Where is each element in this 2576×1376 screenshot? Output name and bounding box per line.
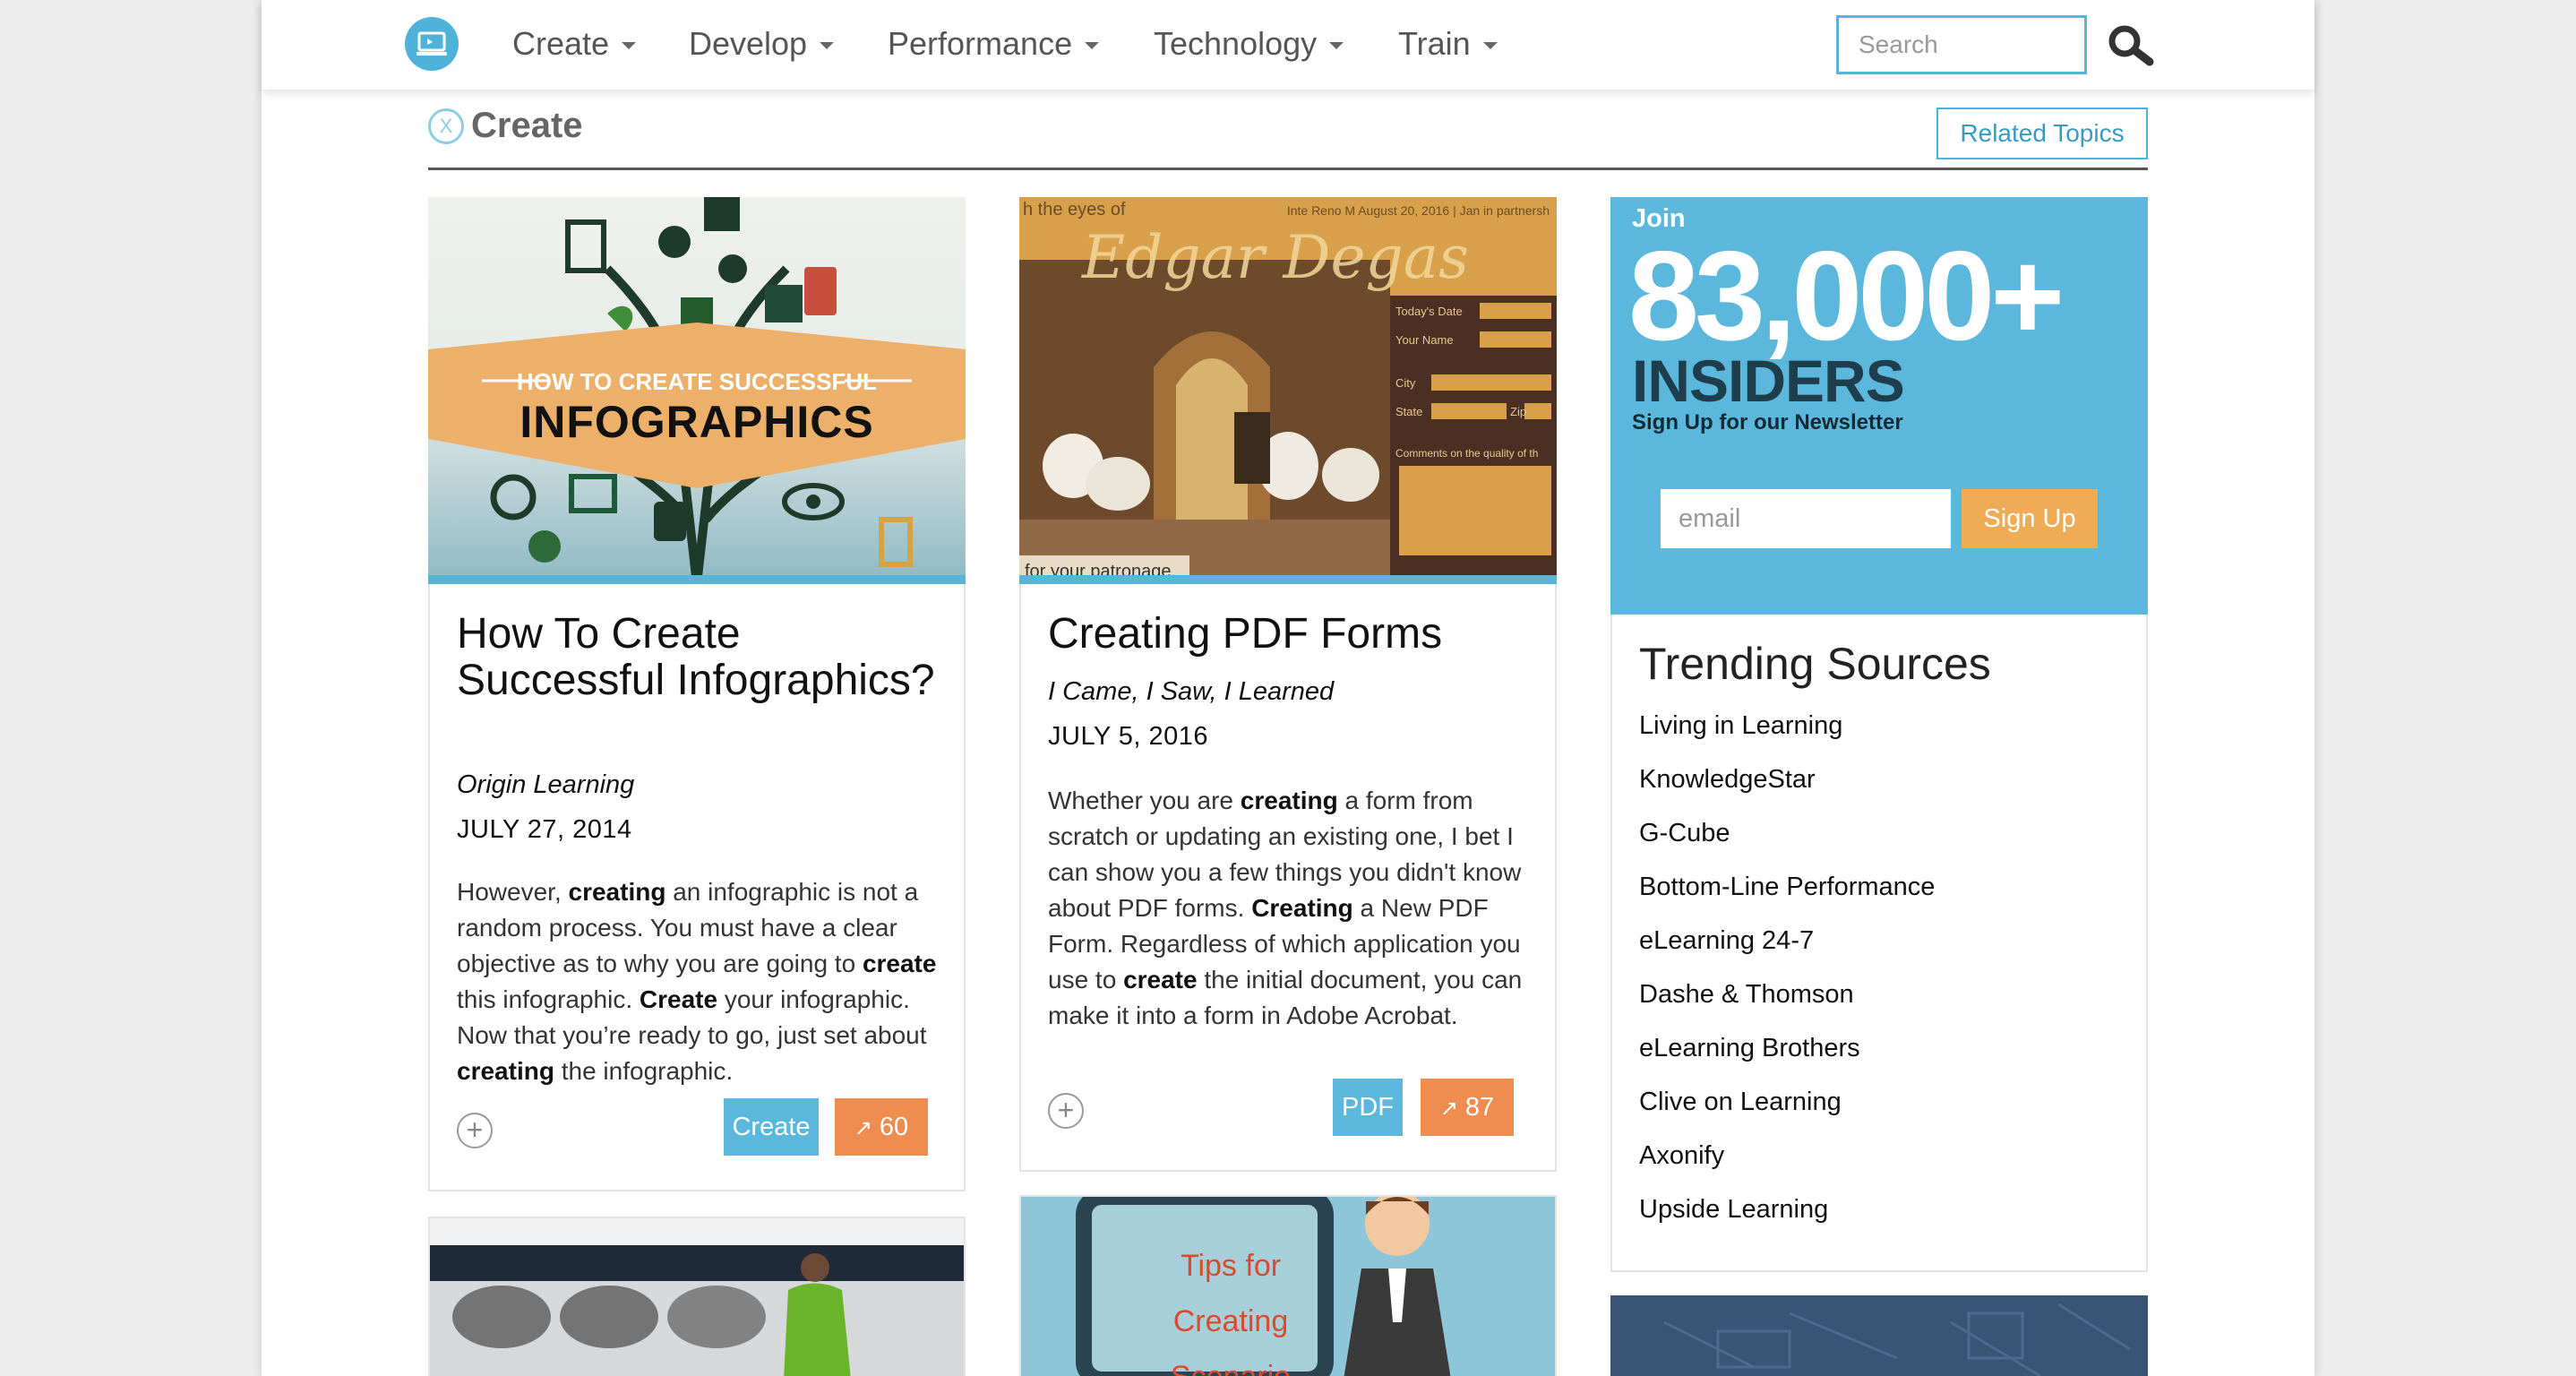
trending-source-link[interactable]: Dashe & Thomson [1639, 976, 1935, 1030]
image-text-line2: INFOGRAPHICS [519, 397, 873, 447]
tag-pdf[interactable]: PDF [1333, 1079, 1403, 1136]
nav-train[interactable]: Train [1398, 25, 1498, 63]
tag-create[interactable]: Create [724, 1098, 819, 1156]
excerpt-keyword: creating [1240, 787, 1338, 814]
form-label-zip: Zip [1510, 405, 1526, 418]
chevron-down-icon [1482, 42, 1498, 49]
image-text-line2: Creating [1173, 1304, 1289, 1338]
excerpt-keyword: Creating [1251, 894, 1353, 922]
search-input[interactable] [1836, 15, 2087, 74]
excerpt-keyword: creating [568, 878, 666, 906]
trending-source-link[interactable]: Upside Learning [1639, 1191, 1935, 1245]
trending-source-link[interactable]: Axonify [1639, 1138, 1935, 1191]
image-text-line3: Scenario [1171, 1360, 1291, 1376]
excerpt-text: However, [457, 878, 569, 906]
card-excerpt: Whether you are creating a form from scr… [1048, 783, 1536, 1034]
trend-count-badge[interactable]: ↗ 87 [1421, 1079, 1514, 1136]
excerpt-keyword: create [862, 950, 937, 977]
trending-source-link[interactable]: Living in Learning [1639, 708, 1935, 761]
sidebar-card-next[interactable] [1610, 1295, 2148, 1376]
email-field[interactable] [1661, 489, 1951, 548]
trending-list: Living in Learning KnowledgeStar G-Cube … [1639, 708, 1935, 1245]
card-image[interactable] [430, 1218, 966, 1376]
image-text-top-left: h the eyes of [1023, 200, 1126, 219]
top-navbar: Create Develop Performance Technology Tr… [262, 0, 2314, 90]
article-card-next-1[interactable] [428, 1217, 966, 1376]
nav-label: Technology [1154, 25, 1318, 62]
nav-label: Create [512, 25, 610, 62]
excerpt-keyword: create [1123, 966, 1198, 993]
trend-count: 60 [879, 1113, 909, 1141]
trending-source-link[interactable]: Bottom-Line Performance [1639, 869, 1935, 923]
article-card-next-2[interactable]: Tips for Creating Scenario [1019, 1195, 1557, 1376]
add-to-collection-icon[interactable]: + [1048, 1093, 1084, 1129]
card-excerpt: However, creating an infographic is not … [457, 874, 945, 1089]
trending-icon: ↗ [854, 1116, 872, 1140]
card-image[interactable] [1610, 1295, 2148, 1376]
section-title: Create [471, 106, 583, 145]
trend-count-badge[interactable]: ↗ 60 [835, 1098, 928, 1156]
card-source[interactable]: Origin Learning [457, 770, 634, 800]
form-label-comments: Comments on the quality of th [1395, 447, 1538, 460]
nav-label: Train [1398, 25, 1471, 62]
trending-source-link[interactable]: G-Cube [1639, 815, 1935, 869]
article-card-infographics[interactable]: HOW TO CREATE SUCCESSFUL INFOGRAPHICS Ho… [428, 197, 966, 1191]
nav-develop[interactable]: Develop [689, 25, 835, 63]
related-topics-button[interactable]: Related Topics [1936, 108, 2148, 159]
signup-button[interactable]: Sign Up [1962, 489, 2098, 548]
excerpt-keyword: creating [457, 1057, 554, 1085]
search-icon[interactable] [2107, 23, 2155, 71]
chevron-down-icon [1329, 42, 1344, 49]
excerpt-text: the infographic. [554, 1057, 734, 1085]
card-title[interactable]: How To Create Successful Infographics? [457, 611, 940, 704]
close-symbol: X [439, 115, 453, 137]
trending-source-link[interactable]: eLearning 24-7 [1639, 923, 1935, 976]
image-caption: for your patronage. [1025, 562, 1176, 581]
newsletter-signup: Join 83,000+ INSIDERS Sign Up for our Ne… [1610, 197, 2148, 615]
close-topic-icon[interactable]: X [428, 108, 464, 144]
card-title[interactable]: Creating PDF Forms [1048, 611, 1532, 658]
trending-sources: Trending Sources Living in Learning Know… [1610, 615, 2148, 1272]
nav-technology[interactable]: Technology [1154, 25, 1344, 63]
newsletter-insiders: INSIDERS [1632, 348, 1905, 414]
image-script-title: Edgar Degas [1081, 223, 1469, 292]
chevron-down-icon [1085, 42, 1100, 49]
add-to-collection-icon[interactable]: + [457, 1113, 493, 1148]
chevron-down-icon [622, 42, 637, 49]
trending-source-link[interactable]: eLearning Brothers [1639, 1030, 1935, 1084]
trend-count: 87 [1464, 1093, 1495, 1122]
trending-source-link[interactable]: Clive on Learning [1639, 1084, 1935, 1138]
image-text-top-right: Inte Reno M August 20, 2016 | Jan in par… [1287, 203, 1550, 218]
card-image[interactable]: Tips for Creating Scenario [1021, 1197, 1557, 1376]
nav-label: Performance [888, 25, 1073, 62]
home-logo-icon[interactable] [405, 17, 459, 71]
chevron-down-icon [820, 42, 835, 49]
nav-create[interactable]: Create [512, 25, 637, 63]
image-text-line1: Tips for [1181, 1249, 1281, 1283]
card-date: JULY 5, 2016 [1048, 722, 1209, 751]
form-label-date: Today's Date [1395, 305, 1463, 318]
newsletter-count: 83,000+ [1628, 225, 2065, 367]
section-header: X Create Related Topics [428, 100, 2148, 170]
card-image[interactable]: HOW TO CREATE SUCCESSFUL INFOGRAPHICS [428, 197, 966, 584]
card-image[interactable]: h the eyes of Edgar Degas Inte Reno M Au… [1019, 197, 1557, 584]
form-label-state: State [1395, 405, 1422, 418]
card-date: JULY 27, 2014 [457, 815, 632, 844]
excerpt-keyword: Create [639, 985, 718, 1013]
article-card-pdf-forms[interactable]: h the eyes of Edgar Degas Inte Reno M Au… [1019, 197, 1557, 1172]
excerpt-text: this infographic. [457, 985, 640, 1013]
nav-performance[interactable]: Performance [888, 25, 1100, 63]
form-label-name: Your Name [1395, 333, 1454, 347]
trending-icon: ↗ [1439, 1096, 1458, 1121]
form-label-city: City [1395, 376, 1416, 390]
trending-title: Trending Sources [1639, 639, 1991, 689]
excerpt-text: Whether you are [1048, 787, 1241, 814]
card-source[interactable]: I Came, I Saw, I Learned [1048, 677, 1334, 707]
nav-label: Develop [689, 25, 808, 62]
image-text-line1: HOW TO CREATE SUCCESSFUL [517, 368, 877, 395]
trending-source-link[interactable]: KnowledgeStar [1639, 761, 1935, 815]
newsletter-subtitle: Sign Up for our Newsletter [1632, 410, 1903, 434]
page: Create Develop Performance Technology Tr… [262, 0, 2314, 1376]
